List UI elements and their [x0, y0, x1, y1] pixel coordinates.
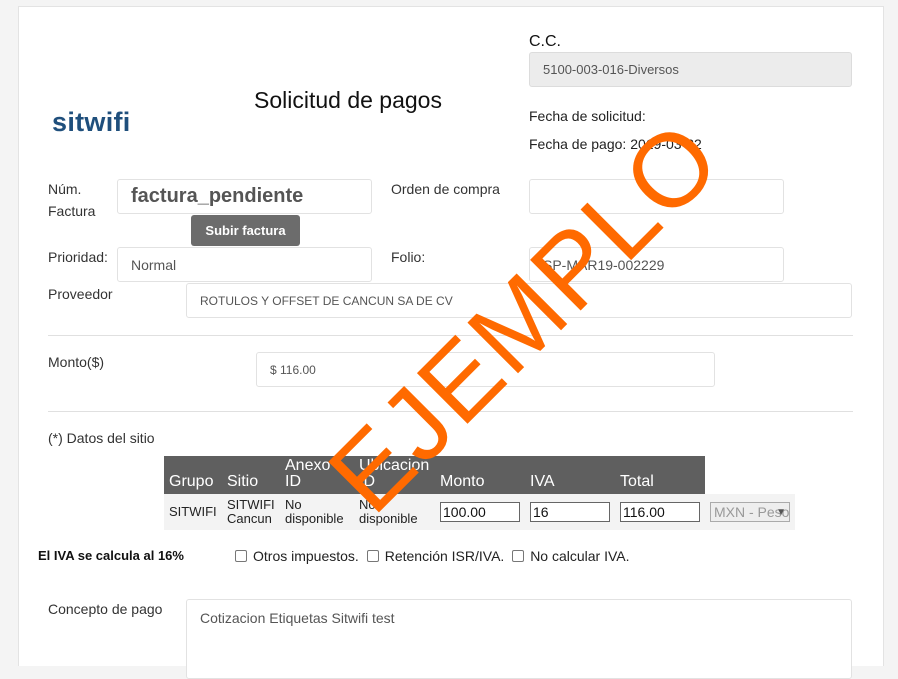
prioridad-label: Prioridad: — [48, 249, 108, 265]
concepto-label: Concepto de pago — [48, 601, 163, 617]
factura-field[interactable]: factura_pendiente — [117, 179, 372, 214]
cell-monto: 100.00 — [435, 494, 525, 530]
page-title: Solicitud de pagos — [254, 87, 442, 113]
orden-compra-field[interactable] — [529, 179, 784, 214]
fecha-pago-value: 2019-03-22 — [630, 136, 702, 152]
no-calcular-iva-label: No calcular IVA. — [530, 548, 630, 564]
cell-ubicacion: No disponible — [354, 494, 435, 530]
folio-field[interactable]: SP-MAR19-002229 — [529, 247, 784, 282]
col-grupo: Grupo — [164, 456, 222, 494]
col-ubicacion-id: Ubicacion ID — [354, 456, 435, 494]
prioridad-value: Normal — [131, 256, 177, 273]
payment-request-form: sitwifi Solicitud de pagos C.C. 5100-003… — [18, 6, 884, 679]
num-factura-label: Núm. Factura — [48, 178, 95, 222]
prioridad-field[interactable]: Normal — [117, 247, 372, 282]
cell-anexo: No disponible — [280, 494, 354, 530]
col-moneda — [705, 456, 795, 494]
proveedor-field[interactable]: ROTULOS Y OFFSET DE CANCUN SA DE CV — [186, 283, 852, 318]
table-header-row: Grupo Sitio Anexo ID Ubicacion ID Monto … — [164, 456, 795, 494]
otros-impuestos-checkbox[interactable] — [235, 550, 247, 562]
retencion-checkbox[interactable] — [366, 550, 379, 562]
fecha-solicitud-label: Fecha de solicitud: — [529, 108, 646, 124]
monto-value: $ 116.00 — [270, 362, 316, 377]
cell-sitio: SITWIFI Cancun — [222, 494, 280, 530]
fecha-pago-row: Fecha de pago: 2019-03-22 — [529, 133, 702, 155]
moneda-select[interactable]: MXN - Peso ▼ — [710, 502, 790, 522]
col-total: Total — [615, 456, 705, 494]
concepto-value: Cotizacion Etiquetas Sitwifi test — [200, 610, 395, 626]
folio-label: Folio: — [391, 249, 426, 265]
orden-compra-label: Orden de compra — [391, 181, 500, 197]
table-row: SITWIFI SITWIFI Cancun No disponible No … — [164, 494, 795, 530]
monto-input[interactable]: 100.00 — [440, 502, 520, 522]
num-factura-label-line2: Factura — [48, 203, 96, 219]
cc-value: 5100-003-016-Diversos — [543, 62, 679, 77]
col-iva: IVA — [525, 456, 615, 494]
tax-options: Otros impuestos. Retención ISR/IVA. No c… — [235, 545, 630, 567]
col-sitio: Sitio — [222, 456, 280, 494]
divider — [48, 335, 853, 336]
iva-note: El IVA se calcula al 16% — [38, 548, 184, 563]
proveedor-value: ROTULOS Y OFFSET DE CANCUN SA DE CV — [200, 293, 453, 308]
datos-sitio-label: (*) Datos del sitio — [48, 430, 155, 446]
total-input[interactable]: 116.00 — [620, 502, 700, 522]
cc-label: C.C. — [529, 33, 561, 50]
subir-factura-button[interactable]: Subir factura — [191, 215, 300, 246]
cell-iva: 16 — [525, 494, 615, 530]
monto-label: Monto($) — [48, 354, 105, 370]
divider — [48, 411, 853, 412]
sites-table: Grupo Sitio Anexo ID Ubicacion ID Monto … — [164, 456, 795, 530]
retencion-label: Retención ISR/IVA. — [384, 548, 505, 564]
cc-field[interactable]: 5100-003-016-Diversos — [529, 52, 852, 87]
chevron-down-icon: ▼ — [776, 507, 786, 518]
cell-grupo: SITWIFI — [164, 494, 222, 530]
factura-value: factura_pendiente — [131, 185, 304, 207]
num-factura-label-line1: Núm. — [48, 181, 82, 197]
col-anexo-id: Anexo ID — [280, 456, 354, 494]
proveedor-label: Proveedor — [48, 286, 113, 302]
no-calcular-iva-checkbox[interactable] — [512, 550, 525, 562]
cell-total: 116.00 — [615, 494, 705, 530]
otros-impuestos-label: Otros impuestos. — [253, 548, 359, 564]
col-monto: Monto — [435, 456, 525, 494]
concepto-textarea[interactable]: Cotizacion Etiquetas Sitwifi test — [186, 599, 852, 679]
iva-input[interactable]: 16 — [530, 502, 610, 522]
cell-moneda: MXN - Peso ▼ — [705, 494, 795, 530]
fecha-pago-label: Fecha de pago: — [529, 136, 627, 152]
folio-value: SP-MAR19-002229 — [543, 256, 665, 273]
monto-field[interactable]: $ 116.00 — [256, 352, 715, 387]
sitwifi-logo: sitwifi — [52, 107, 131, 137]
